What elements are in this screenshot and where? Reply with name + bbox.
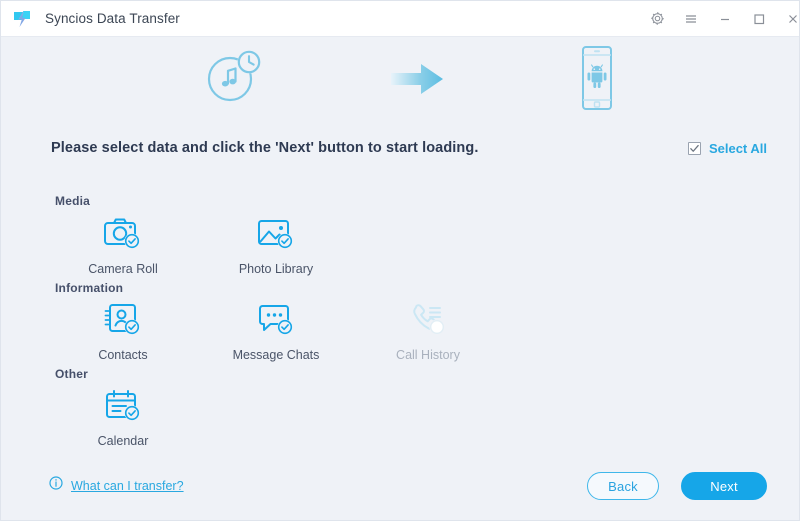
page-title: Please select data and click the 'Next' … (51, 140, 479, 156)
data-type-calendar[interactable]: Calendar (58, 384, 188, 448)
next-button[interactable]: Next (681, 472, 767, 500)
help-link-label: What can I transfer? (71, 478, 184, 493)
hamburger-menu-icon[interactable] (679, 1, 703, 36)
data-type-camera-roll[interactable]: Camera Roll (58, 212, 188, 276)
select-all-label: Select All (708, 141, 767, 156)
data-type-label: Call History (396, 348, 460, 362)
footer-bar: What can I transfer? Back Next (1, 464, 799, 520)
data-type-label: Calendar (97, 434, 149, 448)
what-can-i-transfer-link[interactable]: What can I transfer? (49, 476, 184, 495)
section-title-information: Information (55, 281, 124, 295)
music-restore-icon (204, 45, 266, 112)
android-phone-icon (575, 45, 619, 116)
data-type-photo-library[interactable]: Photo Library (211, 212, 341, 276)
data-type-label: Photo Library (238, 262, 314, 276)
chat-bubble-icon (211, 298, 341, 342)
close-icon[interactable] (781, 1, 799, 36)
gear-icon[interactable] (645, 1, 669, 36)
maximize-icon[interactable] (747, 1, 771, 36)
section-title-other: Other (55, 367, 89, 381)
data-type-label: Contacts (98, 348, 148, 362)
info-circle-icon (49, 476, 63, 495)
instruction-row: Please select data and click the 'Next' … (1, 131, 799, 173)
back-button[interactable]: Back (587, 472, 659, 500)
data-type-label: Camera Roll (88, 262, 158, 276)
window-controls (645, 1, 799, 36)
data-type-message-chats[interactable]: Message Chats (211, 298, 341, 362)
select-all-toggle[interactable]: Select All (687, 141, 767, 156)
syncios-data-transfer-window: Syncios Data Transfer Please select data… (0, 0, 800, 521)
minimize-icon[interactable] (713, 1, 737, 36)
arrow-right-icon (389, 61, 445, 102)
window-title: Syncios Data Transfer (45, 11, 180, 26)
calendar-icon (58, 384, 188, 428)
section-title-media: Media (55, 194, 91, 208)
syncios-logo-icon (11, 8, 33, 30)
data-type-label: Message Chats (232, 348, 320, 362)
data-type-contacts[interactable]: Contacts (58, 298, 188, 362)
transfer-illustration (1, 37, 799, 123)
title-bar: Syncios Data Transfer (1, 1, 799, 37)
phone-handset-icon (363, 298, 493, 342)
camera-icon (58, 212, 188, 256)
checkbox-checked-icon[interactable] (687, 142, 701, 155)
data-type-call-history[interactable]: Call History (363, 298, 493, 362)
contact-card-icon (58, 298, 188, 342)
picture-icon (211, 212, 341, 256)
